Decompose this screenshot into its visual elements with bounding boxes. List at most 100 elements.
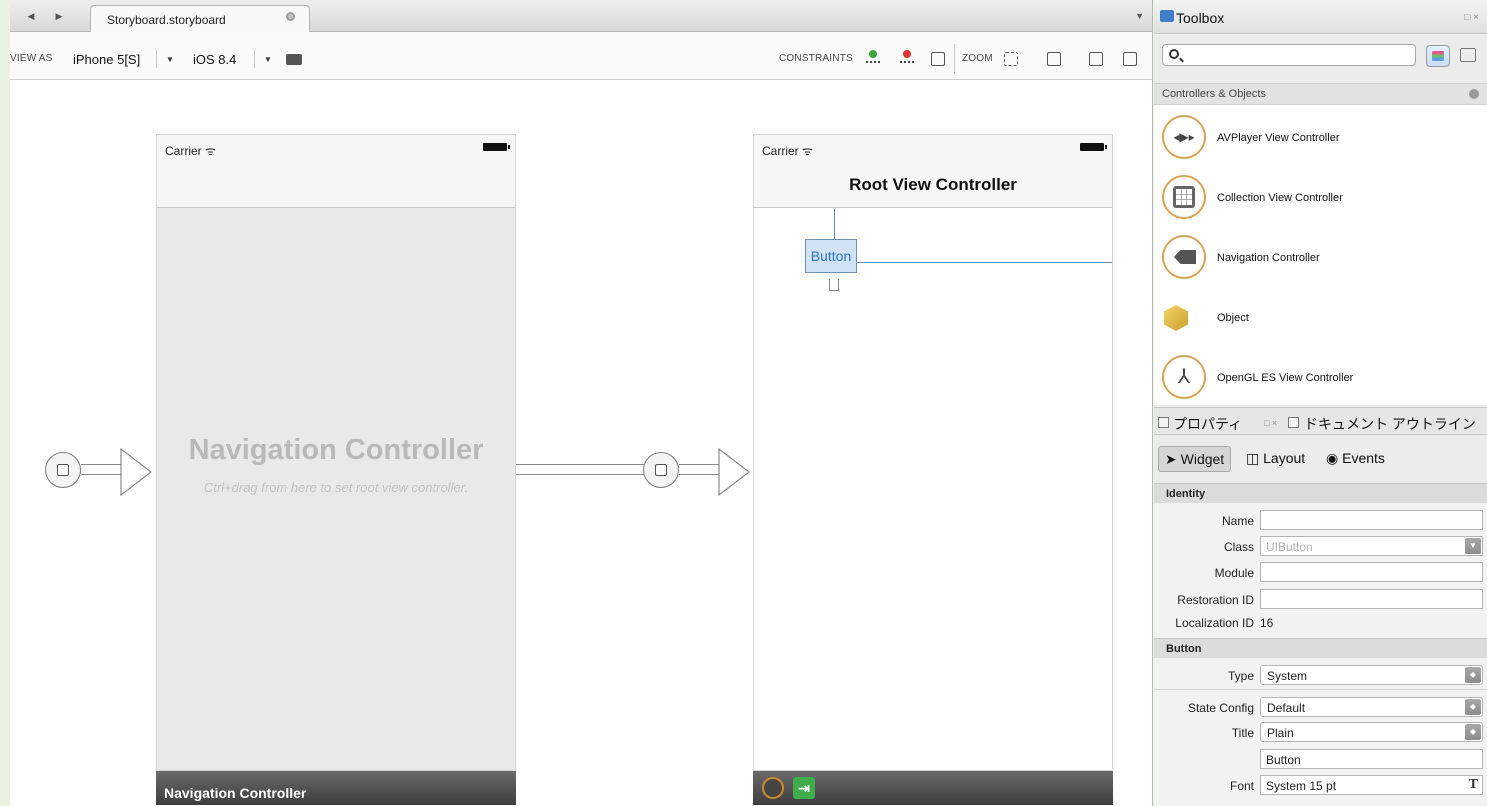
entry-point-node[interactable]: [45, 452, 81, 488]
view-controller-icon[interactable]: [762, 777, 784, 799]
restoration-id-label: Restoration ID: [1177, 593, 1254, 607]
layout-icon: ◫: [1246, 450, 1264, 466]
navigation-controller-scene[interactable]: Carrier ᯤ Navigation Controller Ctrl+dra…: [156, 134, 516, 771]
os-selector[interactable]: iOS 8.4: [193, 52, 236, 67]
font-field[interactable]: System 15 pt T: [1260, 775, 1483, 795]
os-dropdown-icon[interactable]: ▼: [264, 55, 272, 64]
state-config-select[interactable]: Default ◆: [1260, 697, 1483, 717]
root-segue-line: [516, 464, 652, 475]
storyboard-canvas[interactable]: Carrier ᯤ Navigation Controller Ctrl+dra…: [10, 80, 1152, 806]
localization-id-value: 16: [1260, 616, 1274, 630]
root-scene-navbar: Carrier ᯤ Root View Controller: [754, 135, 1112, 208]
toolbox-title: Toolbox: [1176, 10, 1225, 26]
font-picker-icon[interactable]: T: [1469, 777, 1478, 793]
separator: [156, 50, 157, 68]
cube-icon: [1164, 305, 1188, 331]
nav-scene-footer[interactable]: Navigation Controller: [156, 771, 516, 805]
toolbox-list: ◂▶▸ AVPlayer View Controller Collection …: [1154, 105, 1487, 405]
status-bar: Carrier ᯤ: [157, 135, 515, 158]
back-arrow-icon[interactable]: ◀: [24, 10, 38, 22]
identity-group: Name Class UIButton ▼ Module Restoration…: [1154, 503, 1487, 638]
close-icon[interactable]: [286, 12, 295, 21]
root-arrow-icon: [718, 448, 750, 496]
list-item[interactable]: ⅄ OpenGL ES View Controller: [1154, 348, 1487, 408]
tab-storyboard[interactable]: Storyboard.storyboard: [90, 5, 310, 32]
list-item[interactable]: Object: [1154, 288, 1487, 348]
pane-controls-icon[interactable]: □ ×: [1464, 12, 1479, 23]
list-item-label: OpenGL ES View Controller: [1217, 372, 1354, 384]
list-item-label: Collection View Controller: [1217, 192, 1343, 204]
properties-mode-bar: ➤ Widget ◫ Layout ◉ Events: [1154, 435, 1487, 483]
storyboard-editor: ◀ ▶ Storyboard.storyboard ▼ VIEW AS iPho…: [10, 0, 1153, 806]
name-field[interactable]: [1260, 510, 1483, 530]
battery-icon: [483, 143, 510, 151]
status-bar: Carrier ᯤ: [754, 135, 1112, 158]
root-segue-node[interactable]: [643, 452, 679, 488]
nav-scene-hint: Ctrl+drag from here to set root view con…: [203, 480, 469, 495]
name-label: Name: [1221, 514, 1254, 528]
nav-scene-navbar: Carrier ᯤ: [157, 135, 515, 208]
section-title: Controllers & Objects: [1162, 88, 1266, 100]
tab-document-outline[interactable]: ドキュメント アウトライン: [1304, 414, 1476, 434]
exit-icon[interactable]: ⇥: [793, 777, 815, 799]
collapse-icon[interactable]: [1469, 89, 1479, 99]
class-field[interactable]: UIButton: [1260, 536, 1483, 556]
resize-frame-icon[interactable]: [931, 52, 945, 66]
view-as-label: VIEW AS: [10, 53, 53, 64]
font-label: Font: [1229, 779, 1254, 793]
ui-button[interactable]: Button: [805, 239, 857, 273]
identity-header[interactable]: Identity: [1154, 483, 1487, 503]
forward-arrow-icon[interactable]: ▶: [52, 10, 66, 22]
device-dropdown-icon[interactable]: ▼: [166, 55, 174, 64]
relationship-icon: [655, 464, 667, 476]
list-item[interactable]: Navigation Controller: [1154, 228, 1487, 288]
title-text-field[interactable]: Button: [1260, 749, 1483, 769]
remove-constraint-icon[interactable]: [900, 50, 914, 66]
tab-menu-chevron-icon[interactable]: ▼: [1135, 11, 1144, 21]
entry-icon: [57, 464, 69, 476]
zoom-fit-icon[interactable]: [1004, 52, 1018, 66]
widget-mode-button[interactable]: ➤ Widget: [1158, 446, 1232, 472]
root-view-controller-scene[interactable]: Carrier ᯤ Root View Controller Button: [753, 134, 1113, 771]
device-selector[interactable]: iPhone 5[S]: [73, 52, 140, 67]
add-constraint-icon[interactable]: [866, 50, 880, 66]
layout-mode-button[interactable]: ◫ Layout: [1240, 446, 1311, 472]
button-header[interactable]: Button: [1154, 638, 1487, 658]
list-item-label: Object: [1217, 312, 1249, 324]
zoom-actual-icon[interactable]: [1123, 52, 1137, 66]
opengl-icon: ⅄: [1162, 355, 1206, 399]
toolbox-search-input[interactable]: [1162, 44, 1416, 66]
entry-arrow-icon: [120, 448, 152, 496]
wifi-icon: ᯤ: [802, 144, 813, 158]
button-group: Type System ◆ State Config Default ◆ Title…: [1154, 658, 1487, 806]
top-constraint-line[interactable]: [834, 209, 835, 239]
root-nav-title[interactable]: Root View Controller: [754, 175, 1112, 195]
title-type-select[interactable]: Plain ◆: [1260, 722, 1483, 742]
toolbox-section-header[interactable]: Controllers & Objects: [1154, 83, 1487, 105]
bottom-handle-icon[interactable]: [829, 279, 839, 291]
nav-scene-body[interactable]: Navigation Controller Ctrl+drag from her…: [157, 208, 515, 770]
divider: [1154, 689, 1487, 690]
root-scene-footer: ⇥: [753, 771, 1113, 805]
events-mode-button[interactable]: ◉ Events: [1320, 446, 1391, 472]
type-select[interactable]: System ◆: [1260, 665, 1483, 685]
close-icon[interactable]: □ ×: [1264, 418, 1277, 428]
properties-tabs: プロパティ □ × ドキュメント アウトライン: [1154, 407, 1487, 435]
tab-properties[interactable]: プロパティ: [1173, 414, 1242, 434]
toolbox-icon: [1160, 10, 1174, 22]
orientation-icon[interactable]: [286, 54, 302, 65]
list-item[interactable]: Collection View Controller: [1154, 168, 1487, 228]
trailing-constraint-line[interactable]: [857, 262, 1112, 263]
wifi-icon: ᯤ: [205, 144, 216, 158]
grid-view-button[interactable]: [1460, 48, 1476, 62]
list-view-button[interactable]: [1426, 45, 1450, 67]
stepper-icon: ◆: [1465, 724, 1481, 740]
carrier-label: Carrier: [762, 144, 799, 158]
stepper-icon: ◆: [1465, 667, 1481, 683]
module-field[interactable]: [1260, 562, 1483, 582]
list-item[interactable]: ◂▶▸ AVPlayer View Controller: [1154, 108, 1487, 168]
restoration-id-field[interactable]: [1260, 589, 1483, 609]
zoom-in-icon[interactable]: [1089, 52, 1103, 66]
class-dropdown-icon[interactable]: ▼: [1465, 538, 1481, 554]
zoom-out-icon[interactable]: [1047, 52, 1061, 66]
